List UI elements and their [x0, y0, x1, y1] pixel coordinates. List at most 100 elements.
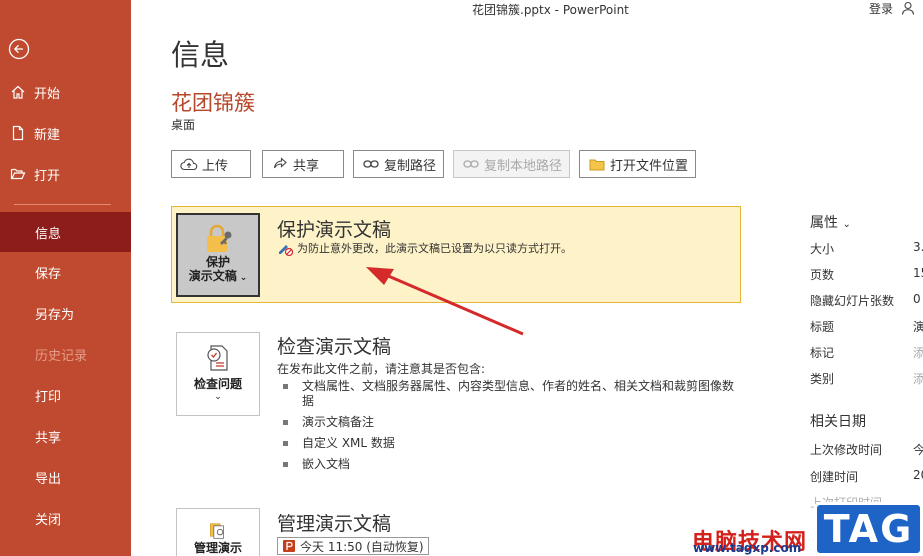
date-row: 上次修改时间 今 — [810, 441, 923, 457]
folder-icon — [588, 156, 606, 172]
new-file-icon — [0, 125, 34, 141]
sidebar-item-label: 信息 — [35, 226, 62, 242]
protect-tile-line1: 保护 — [205, 255, 230, 269]
sidebar-item-label: 历史记录 — [35, 348, 88, 364]
upload-button[interactable]: 上传 — [171, 150, 251, 178]
manage-tile-label: 管理演示 — [193, 541, 242, 555]
sidebar-item-label: 打开 — [34, 168, 61, 184]
inspect-description: 在发布此文件之前，请注意其是否包含: — [277, 362, 486, 376]
property-row: 页数 15 — [810, 266, 923, 282]
login-link[interactable]: 登录 — [869, 0, 893, 17]
list-item: 自定义 XML 数据 — [283, 436, 743, 451]
autosave-label: 今天 11:50 (自动恢复) — [300, 539, 424, 554]
back-button[interactable] — [8, 38, 30, 60]
property-key: 隐藏幻灯片张数 — [810, 294, 895, 308]
property-value[interactable]: 添 — [913, 370, 923, 387]
sidebar-item-home[interactable]: 开始 — [0, 73, 131, 111]
property-row: 类别 添 — [810, 370, 923, 386]
property-key: 页数 — [810, 268, 835, 282]
copy-local-path-button: 复制本地路径 — [453, 150, 570, 178]
upload-label: 上传 — [202, 158, 229, 174]
property-row: 大小 3. — [810, 240, 923, 256]
link-icon — [362, 156, 380, 172]
sidebar-item-label: 打印 — [35, 389, 62, 405]
list-item: 文档属性、文档服务器属性、内容类型信息、作者的姓名、相关文档和裁剪图像数据 — [283, 379, 743, 409]
sidebar-item-history: 历史记录 — [0, 335, 131, 373]
edit-blocked-icon — [279, 245, 293, 256]
property-value[interactable]: 添 — [913, 344, 923, 361]
copy-path-label: 复制路径 — [384, 158, 437, 174]
window-title: 花团锦簇.pptx - PowerPoint — [472, 3, 629, 17]
watermark-url: www.tagxp.com — [693, 541, 802, 555]
sidebar-item-save[interactable]: 保存 — [0, 253, 131, 291]
sidebar-item-export[interactable]: 导出 — [0, 458, 131, 496]
home-icon — [0, 84, 34, 100]
annotation-arrow — [366, 267, 524, 336]
autosave-version-item[interactable]: 今天 11:50 (自动恢复) — [277, 537, 429, 555]
property-value[interactable]: 演 — [913, 318, 923, 335]
manage-presentation-button[interactable]: 管理演示 — [176, 508, 260, 556]
manage-title: 管理演示文稿 — [277, 513, 392, 535]
date-row: 创建时间 20 — [810, 468, 923, 484]
share-icon — [271, 156, 289, 172]
person-icon[interactable] — [901, 1, 915, 18]
readonly-warning-text: 为防止意外更改，此演示文稿已设置为以只读方式打开。 — [297, 242, 572, 255]
copy-path-button[interactable]: 复制路径 — [353, 150, 444, 178]
property-row: 隐藏幻灯片张数 0 — [810, 292, 923, 308]
sidebar-item-new[interactable]: 新建 — [0, 114, 131, 152]
sidebar-item-label: 关闭 — [35, 512, 62, 528]
inspect-issues-button[interactable]: 检查问题 ⌄ — [176, 332, 260, 416]
sidebar-item-label: 开始 — [34, 86, 61, 102]
chevron-down-icon: ⌄ — [842, 219, 851, 230]
property-row: 标记 添 — [810, 344, 923, 360]
properties-heading[interactable]: 属性 ⌄ — [810, 212, 851, 232]
file-name: 花团锦簇 — [171, 91, 255, 115]
date-key: 上次修改时间 — [810, 443, 883, 457]
property-value: 0 — [913, 292, 921, 306]
open-file-location-button[interactable]: 打开文件位置 — [579, 150, 696, 178]
list-item: 嵌入文档 — [283, 457, 743, 472]
sidebar-item-print[interactable]: 打印 — [0, 376, 131, 414]
date-key: 创建时间 — [810, 470, 859, 484]
sidebar-divider — [14, 204, 111, 205]
properties-heading-label: 属性 — [810, 215, 838, 231]
cloud-upload-icon — [180, 156, 198, 172]
share-button[interactable]: 共享 — [262, 150, 344, 178]
property-key: 标记 — [810, 346, 835, 360]
protect-title: 保护演示文稿 — [277, 219, 392, 241]
property-key: 大小 — [810, 242, 835, 256]
property-value: 3. — [913, 240, 923, 254]
title-bar: 花团锦簇.pptx - PowerPoint 登录 — [131, 0, 923, 18]
property-key: 类别 — [810, 372, 835, 386]
sidebar-item-save-as[interactable]: 另存为 — [0, 294, 131, 332]
chevron-down-icon: ⌄ — [214, 392, 222, 402]
sidebar-item-info[interactable]: 信息 — [0, 212, 131, 252]
protect-tile-line2: 演示文稿 — [188, 269, 237, 283]
property-key: 标题 — [810, 320, 835, 334]
inspect-tile-label: 检查问题 — [193, 377, 242, 391]
sidebar-item-share[interactable]: 共享 — [0, 417, 131, 455]
sidebar-item-open[interactable]: 打开 — [0, 155, 131, 193]
protect-presentation-button[interactable]: 保护 演示文稿 ⌄ — [176, 213, 260, 297]
sidebar-item-label: 共享 — [35, 430, 62, 446]
sidebar-item-label: 导出 — [35, 471, 62, 487]
page-title: 信息 — [171, 38, 230, 72]
open-file-location-label: 打开文件位置 — [610, 158, 689, 174]
backstage-sidebar: 开始 新建 打开 信息 保存 另存为 历史记录 打印 共享 导出 关闭 — [0, 0, 131, 556]
copy-local-path-label: 复制本地路径 — [484, 158, 563, 174]
sidebar-item-close[interactable]: 关闭 — [0, 499, 131, 537]
lock-key-icon — [207, 224, 232, 252]
sidebar-item-label: 保存 — [35, 266, 62, 282]
open-folder-icon — [0, 166, 34, 182]
related-dates-heading: 相关日期 — [810, 414, 866, 430]
inspect-title: 检查演示文稿 — [277, 336, 392, 358]
date-value: 20 — [913, 468, 923, 482]
sidebar-item-label: 另存为 — [35, 307, 75, 323]
property-value: 15 — [913, 266, 923, 280]
inspect-document-icon — [207, 345, 228, 371]
file-location: 桌面 — [171, 118, 196, 132]
readonly-warning: 为防止意外更改，此演示文稿已设置为以只读方式打开。 — [277, 240, 572, 256]
watermark-tag-logo: TAG — [814, 502, 923, 556]
back-arrow-icon — [8, 38, 30, 60]
chevron-down-icon: ⌄ — [239, 273, 248, 283]
